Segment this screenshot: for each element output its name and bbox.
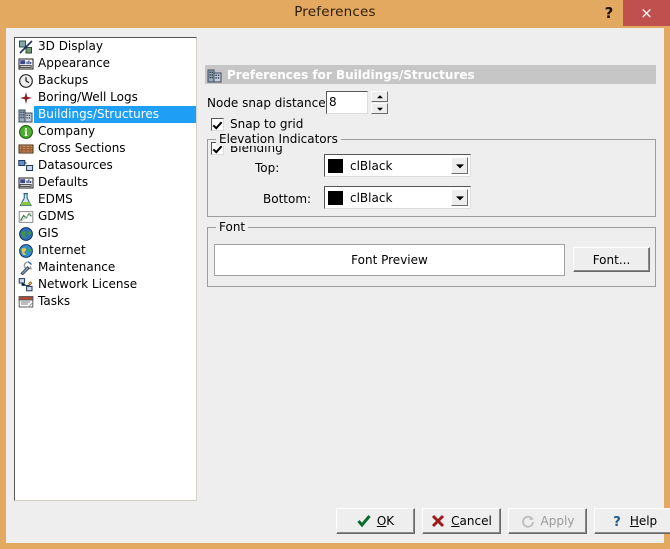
snap-to-grid-checkbox[interactable]: Snap to grid — [211, 117, 303, 131]
internet-globe-icon — [18, 243, 34, 259]
sidebar-item-label: Tasks — [38, 294, 71, 308]
sidebar-item-gdms[interactable]: GDMS — [15, 208, 196, 225]
apply-button-label: Apply — [540, 514, 575, 528]
panel-header: Preferences for Buildings/Structures — [205, 65, 656, 84]
sidebar-item-tasks[interactable]: Tasks — [15, 293, 196, 310]
gdms-chart-icon — [18, 209, 34, 225]
check-icon — [357, 514, 371, 528]
node-snap-distance-label: Node snap distance: — [207, 96, 330, 110]
datasources-icon — [18, 158, 34, 174]
boring-well-logs-icon — [18, 90, 34, 106]
dialog-client-area: 3D Display Appearance Backups Boring/Well L… — [6, 28, 670, 543]
sidebar-item-label: Appearance — [38, 56, 111, 70]
sidebar-item-appearance[interactable]: Appearance — [15, 55, 196, 72]
sidebar-item-internet[interactable]: Internet — [15, 242, 196, 259]
checkbox-box[interactable] — [211, 117, 224, 131]
buildings-icon — [18, 107, 34, 123]
sidebar-item-backups[interactable]: Backups — [15, 72, 196, 89]
sidebar-item-datasources[interactable]: Datasources — [15, 157, 196, 174]
chevron-down-icon[interactable] — [451, 157, 468, 174]
chevron-down-icon[interactable] — [451, 189, 468, 206]
network-license-icon — [18, 277, 34, 293]
sidebar-item-label: Internet — [38, 243, 86, 257]
titlebar-help-icon[interactable]: ? — [596, 0, 622, 26]
globe-icon — [18, 226, 34, 242]
sidebar-item-label: Datasources — [38, 158, 113, 172]
sidebar-item-cross-sections[interactable]: Cross Sections — [15, 140, 196, 157]
sidebar-item-buildings-structures[interactable]: Buildings/Structures — [15, 106, 196, 123]
sidebar-item-label: GIS — [38, 226, 59, 240]
sidebar-item-maintenance[interactable]: Maintenance — [15, 259, 196, 276]
buildings-icon — [207, 67, 223, 83]
ok-button[interactable]: OK — [336, 508, 415, 534]
sidebar-item-gis[interactable]: GIS — [15, 225, 196, 242]
help-button-label: Help — [629, 514, 658, 528]
clock-icon — [18, 73, 34, 89]
svg-text:i: i — [24, 128, 28, 139]
cancel-button[interactable]: Cancel — [422, 508, 501, 534]
question-icon: ? — [610, 514, 624, 530]
font-button[interactable]: Font... — [573, 247, 650, 272]
sidebar-item-label: Cross Sections — [38, 141, 126, 155]
font-group-title: Font — [216, 220, 249, 234]
sidebar-item-label: Backups — [38, 73, 89, 87]
color-swatch — [328, 158, 343, 173]
elevation-indicators-title: Elevation Indicators — [216, 132, 341, 146]
sidebar-item-defaults[interactable]: Defaults — [15, 174, 196, 191]
cancel-button-label: Cancel — [451, 514, 492, 528]
color-swatch — [328, 190, 343, 205]
flask-icon — [18, 192, 34, 208]
help-button[interactable]: ? Help — [594, 508, 670, 534]
elevation-bottom-color-select[interactable]: clBlack — [324, 186, 471, 209]
ok-button-label: OK — [376, 514, 395, 528]
refresh-icon — [521, 514, 535, 528]
node-snap-distance-input[interactable]: 8 — [326, 91, 368, 114]
sidebar-item-company[interactable]: i Company — [15, 123, 196, 140]
tasks-icon — [18, 294, 34, 310]
sidebar-item-label: Company — [38, 124, 96, 138]
appearance-icon — [18, 56, 34, 72]
svg-text:?: ? — [613, 515, 621, 528]
elevation-top-color-select[interactable]: clBlack — [324, 154, 471, 177]
wrench-icon — [18, 260, 34, 276]
sidebar-item-label: GDMS — [38, 209, 75, 223]
apply-button: Apply — [508, 508, 587, 534]
close-icon[interactable]: × — [623, 0, 670, 26]
title-bar: Preferences ? × — [0, 0, 670, 28]
sidebar-item-label: Defaults — [38, 175, 89, 189]
preferences-window: Preferences ? × 3D Display Appearance Back… — [0, 0, 670, 549]
elevation-top-value: clBlack — [350, 158, 393, 173]
x-icon — [431, 514, 445, 528]
cross-sections-icon — [18, 141, 34, 157]
elevation-bottom-label: Bottom: — [263, 192, 312, 206]
sidebar-item-label: 3D Display — [38, 39, 103, 53]
elevation-bottom-value: clBlack — [350, 190, 393, 205]
company-info-icon: i — [18, 124, 34, 140]
sidebar-item-boring-well-logs[interactable]: Boring/Well Logs — [15, 89, 196, 106]
preferences-category-tree[interactable]: 3D Display Appearance Backups Boring/Well L… — [14, 37, 197, 501]
spin-up-button[interactable] — [371, 91, 388, 102]
panel-header-label: Preferences for Buildings/Structures — [227, 67, 475, 82]
snap-to-grid-label: Snap to grid — [230, 117, 304, 131]
sidebar-item-label: Boring/Well Logs — [38, 90, 138, 104]
spin-down-button[interactable] — [371, 103, 388, 114]
font-preview: Font Preview — [214, 244, 565, 276]
sidebar-item-label: Buildings/Structures — [34, 106, 196, 123]
sidebar-item-network-license[interactable]: Network License — [15, 276, 196, 293]
3d-display-icon — [18, 39, 34, 55]
sidebar-item-label: EDMS — [38, 192, 73, 206]
sidebar-item-label: Maintenance — [38, 260, 116, 274]
defaults-icon — [18, 175, 34, 191]
node-snap-distance-stepper[interactable]: 8 — [326, 91, 388, 114]
sidebar-item-3d-display[interactable]: 3D Display — [15, 38, 196, 55]
window-title: Preferences — [294, 4, 376, 20]
node-snap-spin-buttons[interactable] — [371, 91, 388, 114]
sidebar-item-label: Network License — [38, 277, 138, 291]
elevation-top-label: Top: — [255, 161, 280, 175]
sidebar-item-edms[interactable]: EDMS — [15, 191, 196, 208]
